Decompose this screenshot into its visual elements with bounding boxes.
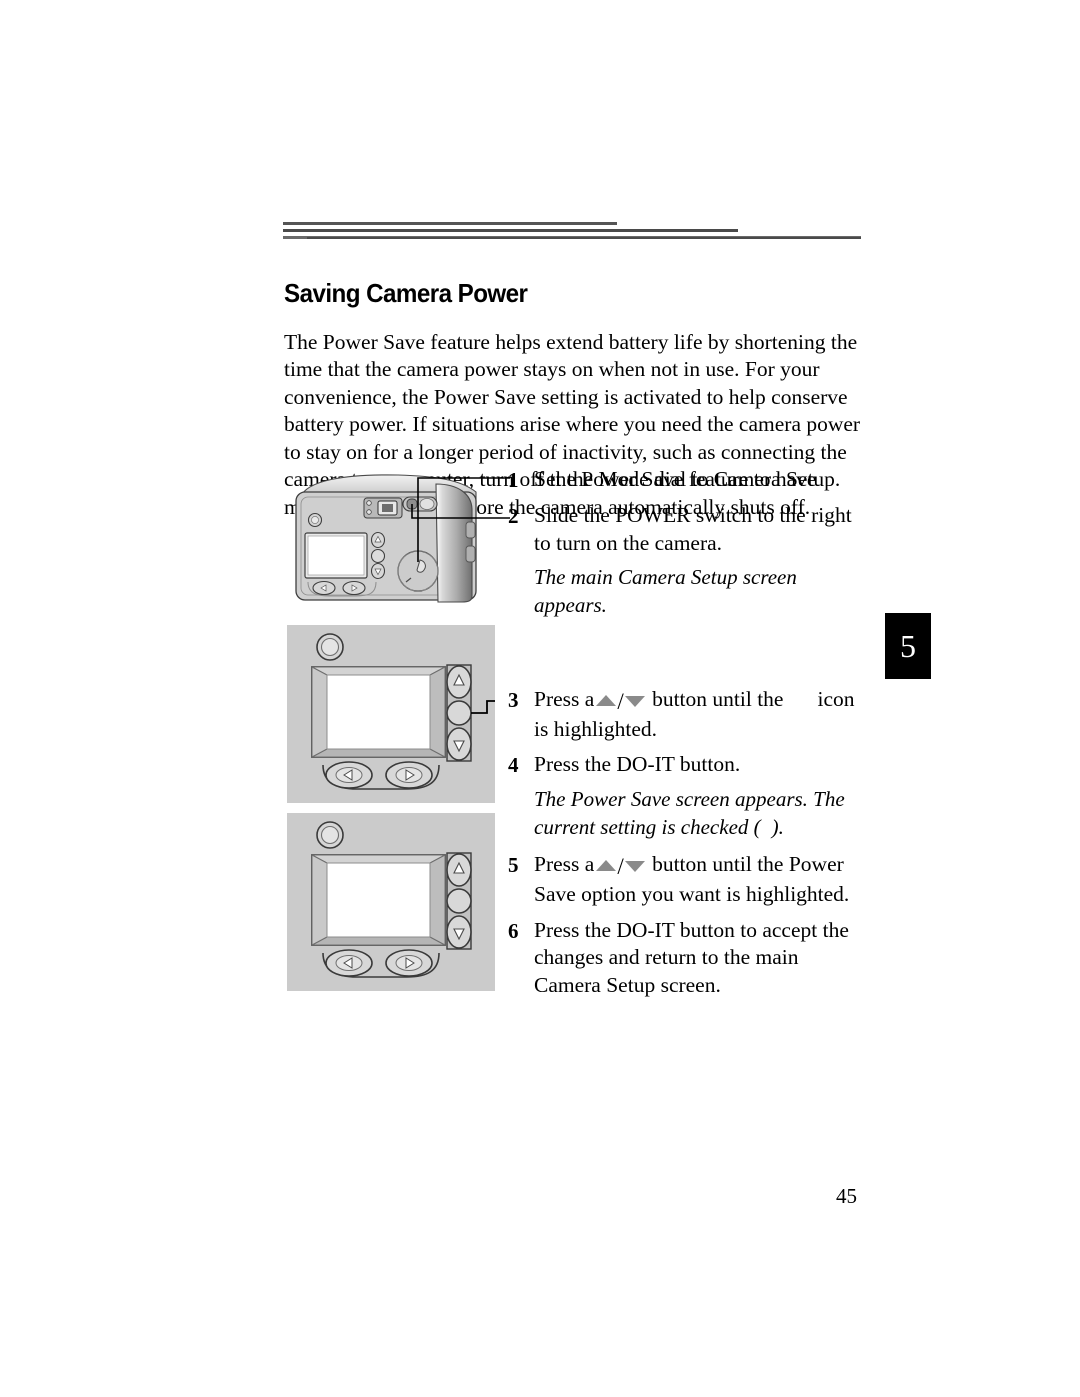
lcd2-screen-content [326, 862, 431, 938]
down-triangle-icon [624, 696, 645, 708]
lcd-panel-illustration-2 [287, 813, 495, 991]
step-2-number: 2 [508, 504, 519, 528]
step-1: 1 Set the Mode dial to Camera Setup. [508, 466, 868, 494]
step-2-text: Slide the POWER switch to the right to t… [534, 503, 852, 555]
camera-lcd-screen-surface [307, 535, 365, 576]
lcd2-bezel-left [311, 854, 328, 946]
step-5: 5 Press a / button until the Power Save o… [508, 851, 868, 908]
header-rule-bottom-accent [307, 237, 861, 239]
header-rule-middle [283, 229, 738, 232]
header-rules [283, 222, 861, 244]
up-triangle-icon-2 [596, 860, 617, 872]
lcd1-bezel-right [429, 666, 446, 758]
lcd1-viewfinder-inner [320, 637, 340, 657]
step-3-number: 3 [508, 688, 519, 713]
grip-button-upper [465, 521, 476, 539]
header-rule-top [283, 222, 617, 225]
steps-spacer [508, 629, 868, 686]
step-5-number: 5 [508, 853, 519, 878]
lcd1-do-it-button [446, 700, 472, 726]
page-title: Saving Camera Power [284, 278, 528, 309]
lcd2-viewfinder-inner [320, 825, 340, 845]
camera-do-it-button [370, 548, 386, 564]
manual-page: Saving Camera Power The Power Save featu… [0, 0, 1080, 1397]
lcd2-do-it-button [446, 888, 472, 914]
slash-separator-2: / [617, 854, 624, 880]
step-4-note-after: ). [771, 814, 784, 839]
viewfinder-led-upper [366, 500, 372, 506]
checkmark-icon-placeholder [761, 822, 772, 834]
step-6-number: 6 [508, 918, 519, 943]
viewfinder-glass [382, 504, 393, 512]
chapter-tab-marker: 5 [885, 613, 931, 679]
power-switch-detent [419, 498, 435, 510]
camera-grip [435, 483, 473, 603]
lcd1-bezel-left [311, 666, 328, 758]
lcd1-bezel-bottom [311, 748, 446, 758]
step-1-text: Set the Mode dial to Camera Setup. [534, 467, 841, 491]
slash-separator: / [617, 689, 624, 715]
step-4-note-before: The Power Save screen appears. The curre… [534, 787, 845, 839]
camera-round-button-inner [311, 516, 319, 524]
up-triangle-icon [596, 695, 617, 707]
camera-back-illustration [295, 474, 510, 603]
lcd1-screen-content [326, 674, 431, 750]
step-4: 4 Press the DO-IT button. [508, 751, 868, 779]
lcd2-bezel-right [429, 854, 446, 946]
lcd2-bezel-top [311, 854, 446, 864]
step-5-text: Press a / button until the Power Save opt… [534, 851, 868, 908]
step-6-text: Press the DO-IT button to accept the cha… [534, 917, 849, 997]
step-4-number: 4 [508, 753, 519, 778]
lcd-panel-illustration-1 [287, 625, 495, 803]
step-3-text: Press a / button until the icon is highlig… [534, 686, 868, 743]
down-triangle-icon-2 [624, 861, 645, 873]
viewfinder-led-lower [366, 509, 372, 515]
steps-list: 1 Set the Mode dial to Camera Setup. 2 S… [508, 466, 868, 1007]
page-number: 45 [836, 1184, 857, 1208]
step-5-text-before: Press a [534, 852, 595, 877]
step-3-text-before: Press a [534, 687, 595, 712]
up-down-button-icon: / [596, 687, 645, 716]
up-down-button-icon-2: / [596, 852, 645, 881]
step-4-text: Press the DO-IT button. [534, 752, 741, 777]
step-1-number: 1 [508, 468, 519, 492]
grip-button-lower [465, 545, 476, 563]
step-4-result-note: The Power Save screen appears. The curre… [534, 786, 884, 841]
step-3: 3 Press a / button until the icon is highl… [508, 686, 868, 743]
lcd2-bezel-bottom [311, 936, 446, 946]
step-2-result-note: The main Camera Setup screen appears. [534, 565, 797, 617]
step-6: 6 Press the DO-IT button to accept the c… [508, 917, 868, 1000]
lcd1-bezel-top [311, 666, 446, 676]
step-2: 2 Slide the POWER switch to the right to… [508, 502, 868, 557]
step-3-text-middle: button until the [652, 687, 784, 712]
power-save-icon-placeholder [783, 690, 817, 706]
